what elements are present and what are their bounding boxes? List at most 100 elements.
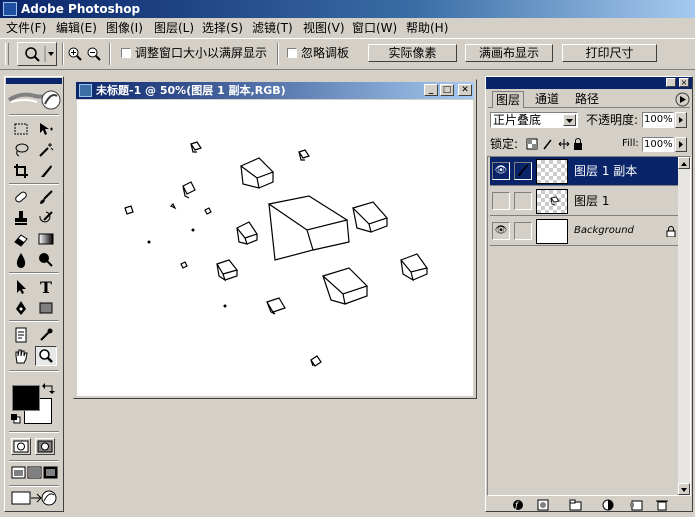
notes-tool-icon[interactable]	[10, 325, 32, 345]
menu-edit[interactable]: 编辑(E)	[56, 20, 97, 36]
toolbox-titlebar[interactable]	[6, 78, 62, 84]
options-bar: 调整窗口大小以满屏显示 忽略调板 实际像素 满画布显示 打印尺寸	[0, 38, 695, 70]
opacity-label: 不透明度:	[586, 113, 639, 127]
gradient-tool-icon[interactable]	[35, 229, 57, 249]
new-layer-icon	[630, 500, 643, 511]
link-icon[interactable]	[514, 192, 532, 210]
scroll-down-icon[interactable]	[678, 483, 690, 495]
chevron-down-icon[interactable]	[563, 114, 576, 126]
menu-view[interactable]: 视图(V)	[303, 20, 345, 36]
layer-thumbnail	[536, 219, 568, 244]
maximize-icon[interactable]: □	[440, 84, 454, 96]
fill-label: Fill:	[622, 138, 639, 149]
print-size-button[interactable]: 打印尺寸	[562, 44, 657, 62]
document-icon	[79, 84, 92, 97]
palette-menu-icon[interactable]	[675, 92, 690, 107]
palette-close-icon[interactable]: ×	[679, 78, 689, 87]
palette-titlebar[interactable]: ×	[486, 77, 692, 89]
move-tool-icon[interactable]	[35, 119, 57, 139]
menu-filter[interactable]: 滤镜(T)	[252, 20, 293, 36]
fit-on-screen-button[interactable]: 满画布显示	[465, 44, 553, 62]
layers-list: 👁 图层 1 副本 图层 1 👁 Background	[487, 156, 691, 496]
menu-select[interactable]: 选择(S)	[202, 20, 243, 36]
options-grip[interactable]	[5, 43, 9, 65]
default-colors-icon[interactable]	[11, 414, 21, 424]
layers-scrollbar[interactable]	[678, 157, 690, 495]
hand-tool-icon[interactable]	[10, 346, 32, 366]
tab-channels[interactable]: 通道	[532, 91, 562, 107]
menu-image[interactable]: 图像(I)	[106, 20, 143, 36]
layer-row-copy[interactable]: 👁 图层 1 副本	[490, 157, 680, 186]
opacity-slider-button[interactable]	[675, 112, 687, 128]
lasso-tool-icon[interactable]	[10, 140, 32, 160]
layer-row-layer1[interactable]: 图层 1	[490, 187, 680, 216]
menu-window[interactable]: 窗口(W)	[352, 20, 397, 36]
scroll-up-icon[interactable]	[678, 157, 690, 169]
brush-tool-icon[interactable]	[35, 187, 57, 207]
slice-tool-icon[interactable]	[35, 161, 57, 181]
opacity-input[interactable]: 100%	[642, 112, 674, 128]
fill-input[interactable]: 100%	[642, 137, 674, 152]
brush-link-icon[interactable]	[514, 162, 532, 180]
resize-windows-checkbox[interactable]	[121, 48, 131, 58]
blend-mode-select[interactable]: 正片叠底	[490, 112, 578, 128]
eraser-tool-icon[interactable]	[10, 229, 32, 249]
fill-slider-button[interactable]	[675, 137, 687, 152]
dodge-tool-icon[interactable]	[35, 250, 57, 270]
type-tool-icon[interactable]: T	[35, 277, 57, 297]
cube	[124, 141, 429, 367]
eye-icon[interactable]: 👁	[492, 222, 510, 240]
screen-mode-icons[interactable]	[11, 465, 59, 481]
trash-icon	[656, 500, 668, 511]
pen-tool-icon[interactable]	[10, 298, 32, 318]
standard-mode-icon[interactable]	[11, 438, 31, 455]
app-title: Adobe Photoshop	[21, 2, 141, 16]
lock-options-icons[interactable]	[526, 138, 584, 151]
minimize-icon[interactable]: _	[424, 84, 438, 96]
layer-name: 图层 1	[574, 194, 610, 208]
palette-minimize-icon[interactable]	[666, 78, 676, 87]
foreground-color-swatch[interactable]	[12, 385, 40, 411]
separator	[9, 431, 59, 433]
blur-tool-icon[interactable]	[10, 250, 32, 270]
history-brush-tool-icon[interactable]	[35, 208, 57, 228]
crop-tool-icon[interactable]	[10, 161, 32, 181]
tool-preset-picker[interactable]	[17, 42, 57, 66]
close-icon[interactable]: ✕	[458, 84, 472, 96]
layer-thumbnail	[536, 159, 568, 184]
document-canvas[interactable]	[77, 100, 473, 396]
marquee-tool-icon[interactable]	[10, 119, 32, 139]
tab-paths[interactable]: 路径	[572, 91, 602, 107]
zoom-preset-icon	[25, 46, 54, 62]
quick-mask-mode-icon[interactable]	[35, 438, 55, 455]
zoom-tool-icon[interactable]	[35, 346, 57, 366]
magic-wand-tool-icon[interactable]	[35, 140, 57, 160]
rectangle-tool-icon[interactable]	[35, 298, 57, 318]
swap-colors-icon[interactable]	[42, 382, 56, 394]
separator	[277, 43, 279, 65]
document-title-bar[interactable]: 未标题-1 @ 50%(图层 1 副本,RGB) _ □ ✕	[76, 82, 474, 99]
menu-help[interactable]: 帮助(H)	[406, 20, 448, 36]
jump-to-imageready-icon[interactable]	[11, 489, 59, 507]
link-icon[interactable]	[514, 222, 532, 240]
document-window: 未标题-1 @ 50%(图层 1 副本,RGB) _ □ ✕	[73, 79, 477, 399]
zoom-out-icon[interactable]	[86, 46, 102, 62]
layer-actions-bar: f	[513, 499, 668, 511]
actual-pixels-button[interactable]: 实际像素	[368, 44, 457, 62]
healing-brush-tool-icon[interactable]	[10, 187, 32, 207]
menu-file[interactable]: 文件(F)	[6, 20, 46, 36]
clone-stamp-tool-icon[interactable]	[10, 208, 32, 228]
menu-layer[interactable]: 图层(L)	[154, 20, 194, 36]
eyedropper-tool-icon[interactable]	[35, 325, 57, 345]
ignore-palettes-checkbox[interactable]	[287, 48, 297, 58]
adjustment-layer-icon	[602, 499, 614, 511]
adobe-feather-logo[interactable]	[7, 86, 61, 112]
canvas-dots	[147, 228, 227, 308]
layer-row-background[interactable]: 👁 Background	[490, 217, 680, 246]
path-selection-tool-icon[interactable]	[10, 277, 32, 297]
zoom-in-icon[interactable]	[67, 46, 83, 62]
lock-icon	[666, 226, 676, 237]
eye-icon[interactable]: 👁	[492, 162, 510, 180]
tab-layers[interactable]: 图层	[492, 91, 525, 108]
eye-hidden-icon[interactable]	[492, 192, 510, 210]
